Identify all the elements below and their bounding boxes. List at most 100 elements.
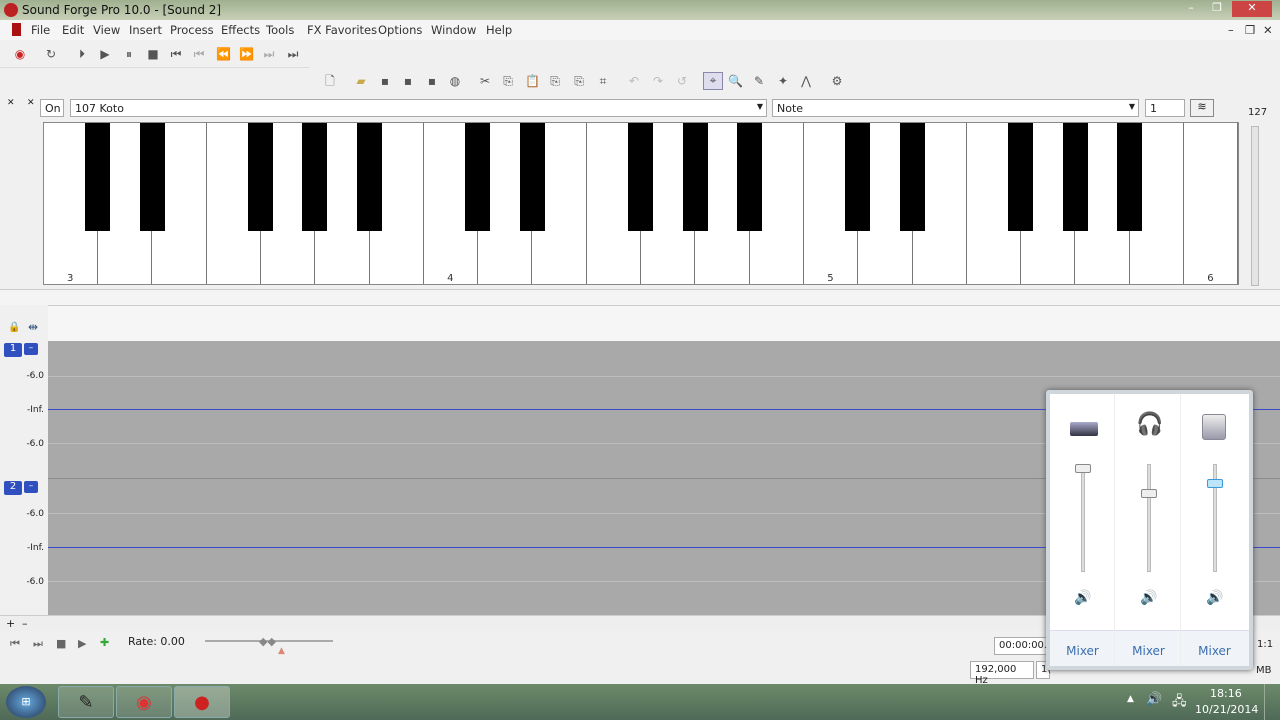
program-select[interactable]: 107 Koto ▼ bbox=[70, 99, 767, 117]
show-desktop-button[interactable] bbox=[1264, 684, 1280, 720]
menu-edit[interactable]: Edit bbox=[62, 23, 84, 37]
speakers-device-icon[interactable] bbox=[1070, 422, 1098, 436]
mixer-link[interactable]: Mixer bbox=[1182, 644, 1247, 658]
speaker-icon[interactable]: 🔊 bbox=[1074, 590, 1091, 606]
mix-icon[interactable]: ⎘ bbox=[572, 74, 586, 88]
zoom-out-icon[interactable]: – bbox=[22, 617, 28, 630]
save-icon[interactable]: ▪ bbox=[378, 74, 392, 88]
paste-new-icon[interactable]: ⎘ bbox=[548, 74, 562, 88]
channel-stepper[interactable]: 1 bbox=[1145, 99, 1185, 117]
channel-badge[interactable]: 2 bbox=[4, 481, 22, 495]
pause-icon[interactable]: ⏸ bbox=[122, 47, 136, 61]
snap-icon[interactable]: ⇹ bbox=[28, 320, 38, 334]
black-key[interactable] bbox=[139, 123, 165, 231]
channel-badge[interactable]: 1 bbox=[4, 343, 22, 357]
maximize-button[interactable]: ❐ bbox=[1204, 1, 1230, 17]
volume-slider-thumb[interactable] bbox=[1207, 479, 1223, 488]
cut-icon[interactable]: ✂ bbox=[478, 74, 492, 88]
close-icon[interactable]: ✕ bbox=[27, 98, 35, 108]
volume-tray-icon[interactable]: 🔊 bbox=[1146, 692, 1162, 707]
volume-slider[interactable] bbox=[1147, 464, 1151, 572]
on-button[interactable]: On bbox=[40, 99, 64, 117]
clock-date[interactable]: 10/21/2014 bbox=[1195, 703, 1258, 716]
show-hidden-icons[interactable]: ▲ bbox=[1127, 694, 1134, 704]
menu-file[interactable]: File bbox=[31, 23, 50, 37]
crop-icon[interactable]: ⌗ bbox=[596, 74, 610, 88]
black-key[interactable] bbox=[1008, 123, 1034, 231]
black-key[interactable] bbox=[85, 123, 111, 231]
envelope-icon[interactable]: ✦ bbox=[776, 74, 790, 88]
piano-keyboard[interactable]: 3 4 5 6 bbox=[43, 122, 1239, 285]
time-ruler[interactable] bbox=[48, 305, 1280, 341]
close-button[interactable]: ✕ bbox=[1232, 1, 1272, 17]
rate-slider-thumb[interactable]: ◆◆ bbox=[259, 635, 276, 648]
taskbar-sound-forge-icon[interactable]: ● bbox=[174, 686, 230, 718]
plugin-icon[interactable]: ⚙ bbox=[830, 74, 844, 88]
new-icon[interactable]: 🗋 bbox=[323, 74, 337, 88]
magnify-icon[interactable]: 🔍 bbox=[728, 74, 743, 88]
splitter[interactable] bbox=[0, 289, 1280, 305]
render-icon[interactable]: ▪ bbox=[425, 74, 439, 88]
black-key[interactable] bbox=[302, 123, 328, 231]
menu-window[interactable]: Window bbox=[431, 23, 476, 37]
record-icon[interactable]: ◉ bbox=[13, 47, 27, 61]
go-to-start-icon[interactable]: ⏮ bbox=[10, 637, 20, 651]
burn-icon[interactable]: ◍ bbox=[448, 74, 462, 88]
network-tray-icon[interactable]: 🖧 bbox=[1172, 692, 1187, 714]
paste-icon[interactable]: 📋 bbox=[525, 74, 540, 88]
loop-icon[interactable]: ↻ bbox=[44, 47, 58, 61]
volume-slider[interactable] bbox=[1081, 464, 1085, 572]
taskbar-app-pencil-icon[interactable]: ✎ bbox=[58, 686, 114, 718]
speaker-icon[interactable]: 🔊 bbox=[1206, 590, 1223, 606]
menu-help[interactable]: Help bbox=[486, 23, 512, 37]
black-key[interactable] bbox=[845, 123, 871, 231]
black-key[interactable] bbox=[736, 123, 762, 231]
black-key[interactable] bbox=[248, 123, 274, 231]
black-key[interactable] bbox=[628, 123, 654, 231]
clock-time[interactable]: 18:16 bbox=[1210, 687, 1242, 700]
go-to-end-icon[interactable]: ⏭ bbox=[286, 47, 300, 61]
keyboard-settings-icon[interactable]: ≋ bbox=[1190, 99, 1214, 117]
doc-close-button[interactable]: ✕ bbox=[1263, 23, 1273, 37]
black-key[interactable] bbox=[465, 123, 491, 231]
mixer-link[interactable]: Mixer bbox=[1050, 644, 1115, 658]
open-icon[interactable]: ▰ bbox=[354, 74, 368, 88]
menu-view[interactable]: View bbox=[93, 23, 120, 37]
volume-slider-thumb[interactable] bbox=[1141, 489, 1157, 498]
black-key[interactable] bbox=[899, 123, 925, 231]
menu-fx-favorites[interactable]: FX Favorites bbox=[307, 23, 377, 37]
fast-forward-icon[interactable]: ⏩ bbox=[239, 47, 254, 61]
menu-effects[interactable]: Effects bbox=[221, 23, 260, 37]
menu-insert[interactable]: Insert bbox=[129, 23, 162, 37]
doc-restore-button[interactable]: ❐ bbox=[1245, 23, 1255, 37]
copy-icon[interactable]: ⎘ bbox=[501, 74, 515, 88]
velocity-slider[interactable] bbox=[1251, 126, 1259, 286]
play-all-icon[interactable]: ⏵ bbox=[75, 47, 89, 61]
speaker-icon[interactable]: 🔊 bbox=[1140, 590, 1157, 606]
stop-icon[interactable]: ■ bbox=[56, 637, 66, 650]
edit-tool-icon[interactable]: ⌖ bbox=[703, 72, 723, 90]
stop-icon[interactable]: ■ bbox=[146, 47, 160, 61]
close-icon[interactable]: ✕ bbox=[7, 98, 15, 108]
white-key[interactable] bbox=[1184, 123, 1238, 284]
zoom-in-icon[interactable]: + bbox=[6, 617, 15, 630]
minimize-channel-icon[interactable]: – bbox=[24, 343, 38, 355]
menu-process[interactable]: Process bbox=[170, 23, 214, 37]
mode-select[interactable]: Note ▼ bbox=[772, 99, 1139, 117]
lock-icon[interactable]: 🔒 bbox=[8, 322, 20, 333]
menu-tools[interactable]: Tools bbox=[266, 23, 294, 37]
go-to-end-icon[interactable]: ⏭ bbox=[33, 637, 43, 651]
undo-icon[interactable]: ↶ bbox=[627, 74, 641, 88]
minimize-button[interactable]: – bbox=[1178, 1, 1204, 17]
black-key[interactable] bbox=[519, 123, 545, 231]
next-marker-icon[interactable]: ⏭ bbox=[262, 47, 276, 61]
volume-slider-thumb[interactable] bbox=[1075, 464, 1091, 473]
black-key[interactable] bbox=[1116, 123, 1142, 231]
black-key[interactable] bbox=[356, 123, 382, 231]
mixer-link[interactable]: Mixer bbox=[1116, 644, 1181, 658]
play-icon[interactable]: ▶ bbox=[98, 47, 112, 61]
save-as-icon[interactable]: ▪ bbox=[401, 74, 415, 88]
pencil-icon[interactable]: ✎ bbox=[752, 74, 766, 88]
minimize-channel-icon[interactable]: – bbox=[24, 481, 38, 493]
event-tool-icon[interactable]: ⋀ bbox=[799, 74, 813, 88]
